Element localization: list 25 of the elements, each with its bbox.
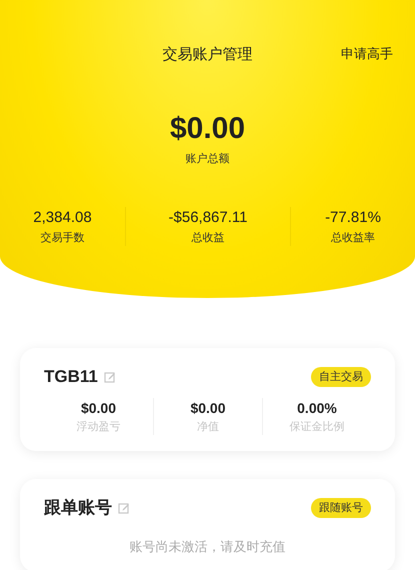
inactive-notice: 账号尚未激活，请及时充值 <box>130 538 286 556</box>
metric-label: 保证金比例 <box>290 420 344 434</box>
stat-label: 总收益率 <box>331 230 375 246</box>
account-card[interactable]: TGB11 自主交易 $0.00 浮动盈亏 $0.00 净值 0.00% 保证金比例 <box>20 348 395 451</box>
edit-icon[interactable] <box>104 370 116 383</box>
stat-value: -$56,867.11 <box>168 208 248 228</box>
stat-label: 交易手数 <box>40 230 84 246</box>
balance-label: 账户总额 <box>186 152 230 166</box>
edit-icon[interactable] <box>118 502 130 514</box>
stat-value: 2,384.08 <box>33 208 92 228</box>
metric-value: $0.00 <box>80 398 116 418</box>
metric-label: 浮动盈亏 <box>76 420 120 434</box>
apply-expert-link[interactable]: 申请高手 <box>341 44 393 64</box>
page-title: 交易账户管理 <box>162 45 252 65</box>
account-name: 跟单账号 <box>44 497 112 519</box>
balance-amount: $0.00 <box>170 110 246 146</box>
metric-label: 净值 <box>197 420 219 434</box>
account-card[interactable]: 跟单账号 跟随账号 账号尚未激活，请及时充值 <box>20 479 395 570</box>
metric-value: 0.00% <box>297 398 337 418</box>
account-name: TGB11 <box>44 366 98 388</box>
account-tag: 跟随账号 <box>311 498 371 518</box>
stat-label: 总收益 <box>192 230 224 246</box>
account-tag: 自主交易 <box>311 366 371 387</box>
stat-value: -77.81% <box>325 208 381 228</box>
metric-value: $0.00 <box>190 398 226 418</box>
